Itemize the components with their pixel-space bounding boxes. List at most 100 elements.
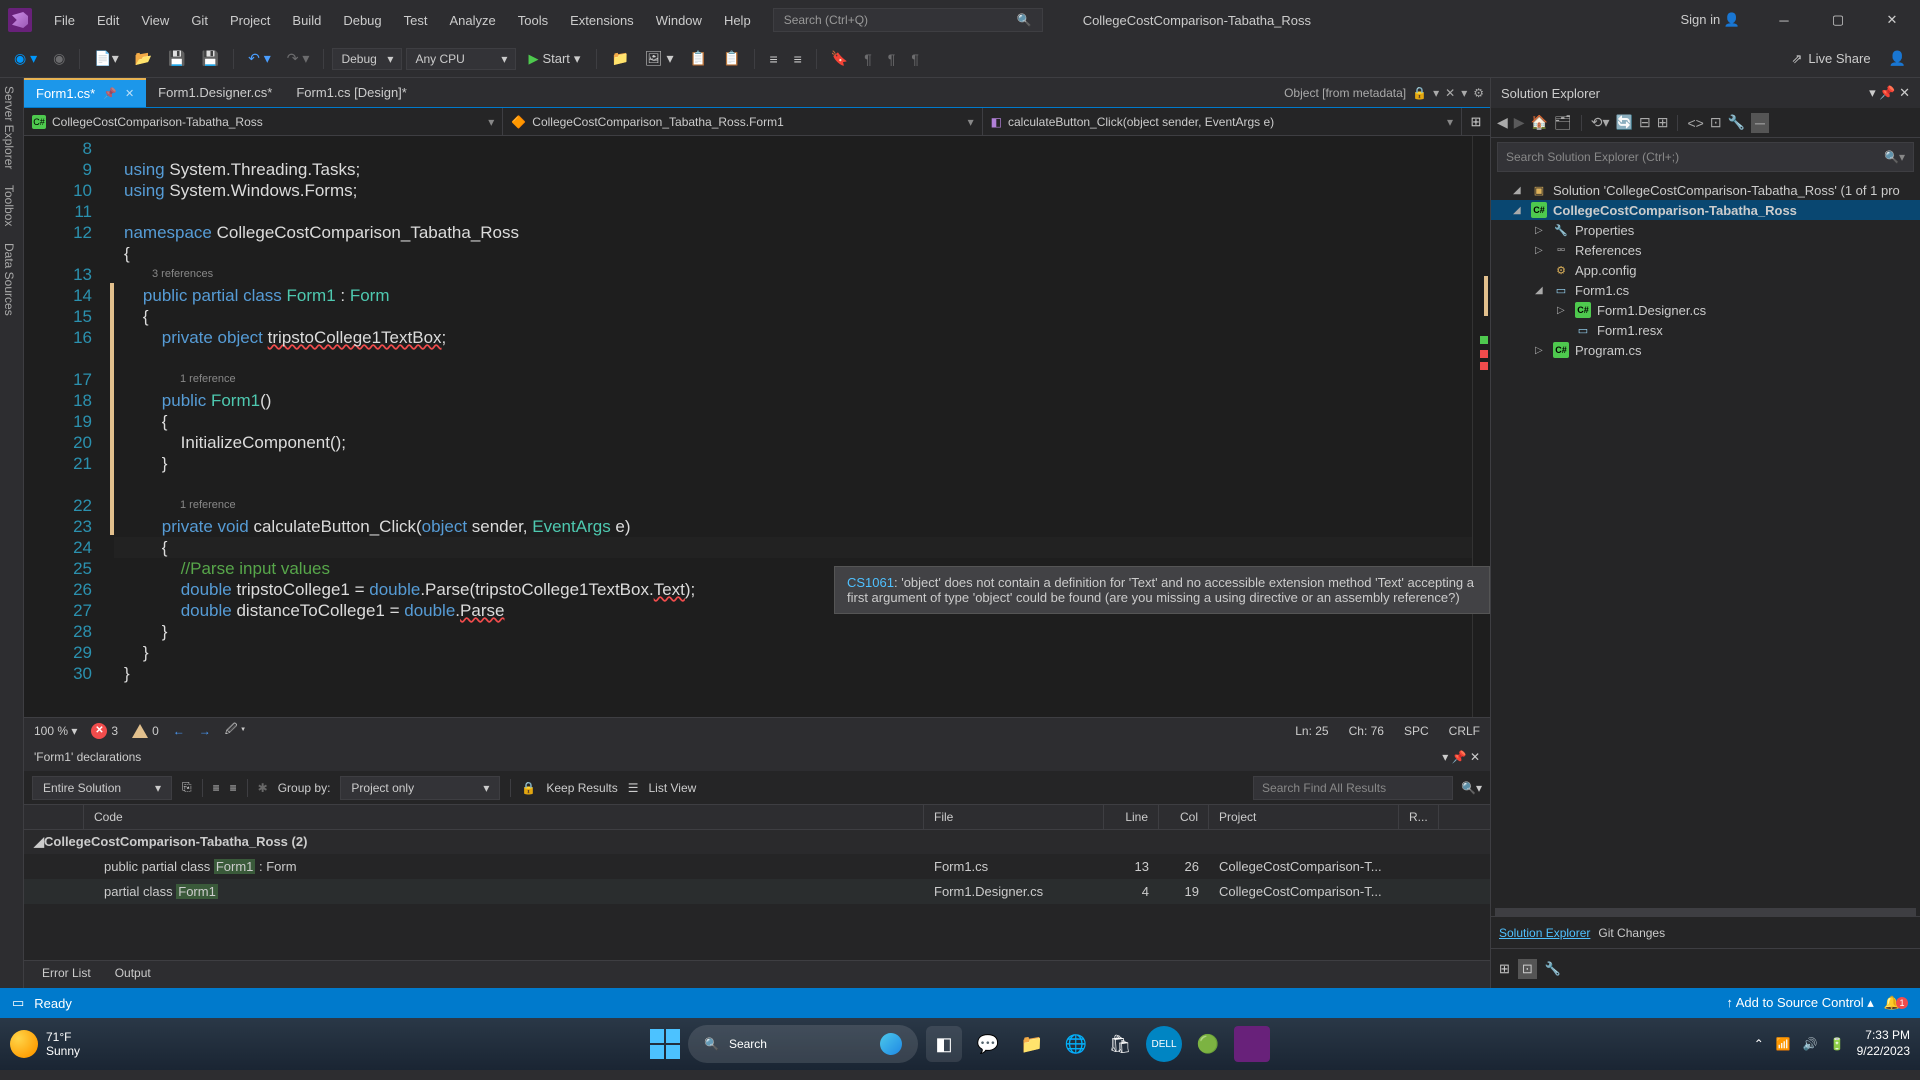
tab-output[interactable]: Output [103,961,163,988]
open-button[interactable]: 📂 [129,46,158,71]
menu-debug[interactable]: Debug [333,7,391,34]
se-pin-icon[interactable]: 📌 [1879,85,1895,100]
se-prop-icon[interactable]: ⊡ [1710,114,1722,131]
tb-icon-5[interactable]: ≡ [763,47,783,71]
search-icon[interactable]: 🔍▾ [1461,781,1482,795]
result-group[interactable]: ◢ CollegeCostComparison-Tabatha_Ross (2) [24,830,1490,854]
prop-icon-1[interactable]: ⊞ [1499,961,1510,977]
col-indicator[interactable]: Ch: 76 [1349,724,1384,738]
se-sync-icon[interactable]: ⟲▾ [1591,114,1610,131]
tb-icon-10[interactable]: ¶ [905,47,925,71]
references-node[interactable]: ▷▫▫References [1491,240,1920,260]
menu-analyze[interactable]: Analyze [439,7,505,34]
project-node[interactable]: ◢C#CollegeCostComparison-Tabatha_Ross [1491,200,1920,220]
keep-results-toggle[interactable]: Keep Results [546,781,617,795]
platform-dropdown[interactable]: Any CPU▾ [406,48,516,70]
panel-pin-icon[interactable]: 📌 [1452,750,1467,764]
groupby-dropdown[interactable]: Project only▾ [340,776,500,800]
save-button[interactable]: 💾 [162,46,191,71]
server-explorer-tab[interactable]: Server Explorer [2,86,21,169]
weather-widget[interactable]: 71°FSunny [10,1030,80,1058]
chrome-icon[interactable]: 🟢 [1190,1026,1226,1062]
edge-icon[interactable]: 🌐 [1058,1026,1094,1062]
col-col[interactable]: Col [1159,805,1209,829]
battery-icon[interactable]: 🔋 [1830,1037,1845,1051]
col-r[interactable]: R... [1399,805,1439,829]
nav-project-dropdown[interactable]: C#CollegeCostComparison-Tabatha_Ross▾ [24,108,503,135]
notifications-button[interactable]: 🔔1 [1884,995,1908,1011]
properties-node[interactable]: ▷🔧Properties [1491,220,1920,240]
undo-button[interactable]: ↶ ▾ [242,46,277,71]
se-switch-icon[interactable]: 🗂 [1554,114,1572,131]
result-row[interactable]: partial class Form1 Form1.Designer.cs 4 … [24,879,1490,904]
tb-icon-6[interactable]: ≡ [788,47,808,71]
start-button[interactable] [650,1029,680,1059]
split-icon[interactable]: ⊞ [1462,108,1490,135]
source-control-button[interactable]: ↑ Add to Source Control ▴ [1726,995,1873,1011]
col-file[interactable]: File [924,805,1104,829]
close-button[interactable]: ✕ [1872,5,1912,35]
se-fwd-icon[interactable]: ▶ [1514,114,1525,131]
se-close-icon[interactable]: ✕ [1899,85,1910,100]
nav-class-dropdown[interactable]: 🔶CollegeCostComparison_Tabatha_Ross.Form… [503,108,982,135]
sln-node[interactable]: ◢▣Solution 'CollegeCostComparison-Tabath… [1491,180,1920,200]
taskview-icon[interactable]: ◧ [926,1026,962,1062]
tool-icon[interactable]: 🖉 ▾ [225,720,246,741]
prop-icon-2[interactable]: ⊡ [1518,959,1537,979]
tb-icon-8[interactable]: ¶ [858,47,878,71]
maximize-button[interactable]: ▢ [1818,5,1858,35]
account-icon[interactable]: 👤 [1883,46,1912,71]
menu-view[interactable]: View [131,7,179,34]
se-search[interactable]: Search Solution Explorer (Ctrl+;)🔍▾ [1497,142,1914,172]
wifi-icon[interactable]: 📶 [1776,1037,1791,1051]
minimize-button[interactable]: ─ [1764,5,1804,35]
tab-form1-cs[interactable]: Form1.cs*📌✕ [24,78,146,107]
result-row[interactable]: public partial class Form1 : Form Form1.… [24,854,1490,879]
menu-edit[interactable]: Edit [87,7,129,34]
global-search[interactable]: Search (Ctrl+Q) 🔍 [773,8,1043,32]
se-view-icon[interactable]: ─ [1751,113,1769,133]
config-dropdown[interactable]: Debug▾ [332,48,402,70]
new-item-button[interactable]: 📄▾ [88,46,124,71]
redo-button[interactable]: ↷ ▾ [281,46,316,71]
clock[interactable]: 7:33 PM9/22/2023 [1857,1028,1910,1059]
pin-icon[interactable]: 📌 [103,87,117,100]
tb-icon-7[interactable]: 🔖 [825,46,854,71]
tab-errorlist[interactable]: Error List [30,961,103,988]
vs-icon[interactable] [1234,1026,1270,1062]
save-all-button[interactable]: 💾 [196,46,225,71]
nav-fwd-icon[interactable]: → [199,724,211,738]
nav-back-icon[interactable]: ← [173,724,185,738]
se-wrench-icon[interactable]: 🔧 [1728,114,1745,131]
codelens-refs[interactable]: 3 references [124,264,1472,285]
eol-indicator[interactable]: CRLF [1449,724,1480,738]
menu-file[interactable]: File [44,7,85,34]
codelens-refs[interactable]: 1 reference [124,495,1472,516]
se-back-icon[interactable]: ◀ [1497,114,1508,131]
start-debug-button[interactable]: ▶Start ▾ [520,48,588,70]
tb-expand-icon[interactable]: ≡ [230,781,237,795]
code-area[interactable]: using System.Threading.Tasks; using Syst… [114,136,1472,717]
menu-git[interactable]: Git [181,7,218,34]
se-scrollbar[interactable] [1495,908,1916,916]
line-indicator[interactable]: Ln: 25 [1295,724,1328,738]
se-dropdown-icon[interactable]: ▾ [1869,85,1876,100]
se-tab-gitchanges[interactable]: Git Changes [1598,926,1665,940]
dell-icon[interactable]: DELL [1146,1026,1182,1062]
se-tab-solution[interactable]: Solution Explorer [1499,926,1590,940]
list-view-toggle[interactable]: List View [649,781,697,795]
tab-designer-cs[interactable]: Form1.Designer.cs* [146,78,284,107]
back-button[interactable]: ◉ ▾ [8,46,43,71]
explorer-icon[interactable]: 📁 [1014,1026,1050,1062]
zoom-dropdown[interactable]: 100 % ▾ [34,724,77,738]
results-search[interactable]: Search Find All Results [1253,776,1453,800]
form1-node[interactable]: ◢▭Form1.cs [1491,280,1920,300]
se-home-icon[interactable]: 🏠 [1531,114,1548,131]
gear-icon[interactable]: ⚙ [1473,86,1484,100]
code-editor[interactable]: 8 9 10 11 12 13 14 15 16 17 18 19 20 21 … [24,136,1490,717]
codelens-refs[interactable]: 1 reference [124,369,1472,390]
indent-indicator[interactable]: SPC [1404,724,1429,738]
menu-build[interactable]: Build [282,7,331,34]
menu-test[interactable]: Test [394,7,438,34]
tb-icon-1[interactable]: 📁 [605,46,634,71]
